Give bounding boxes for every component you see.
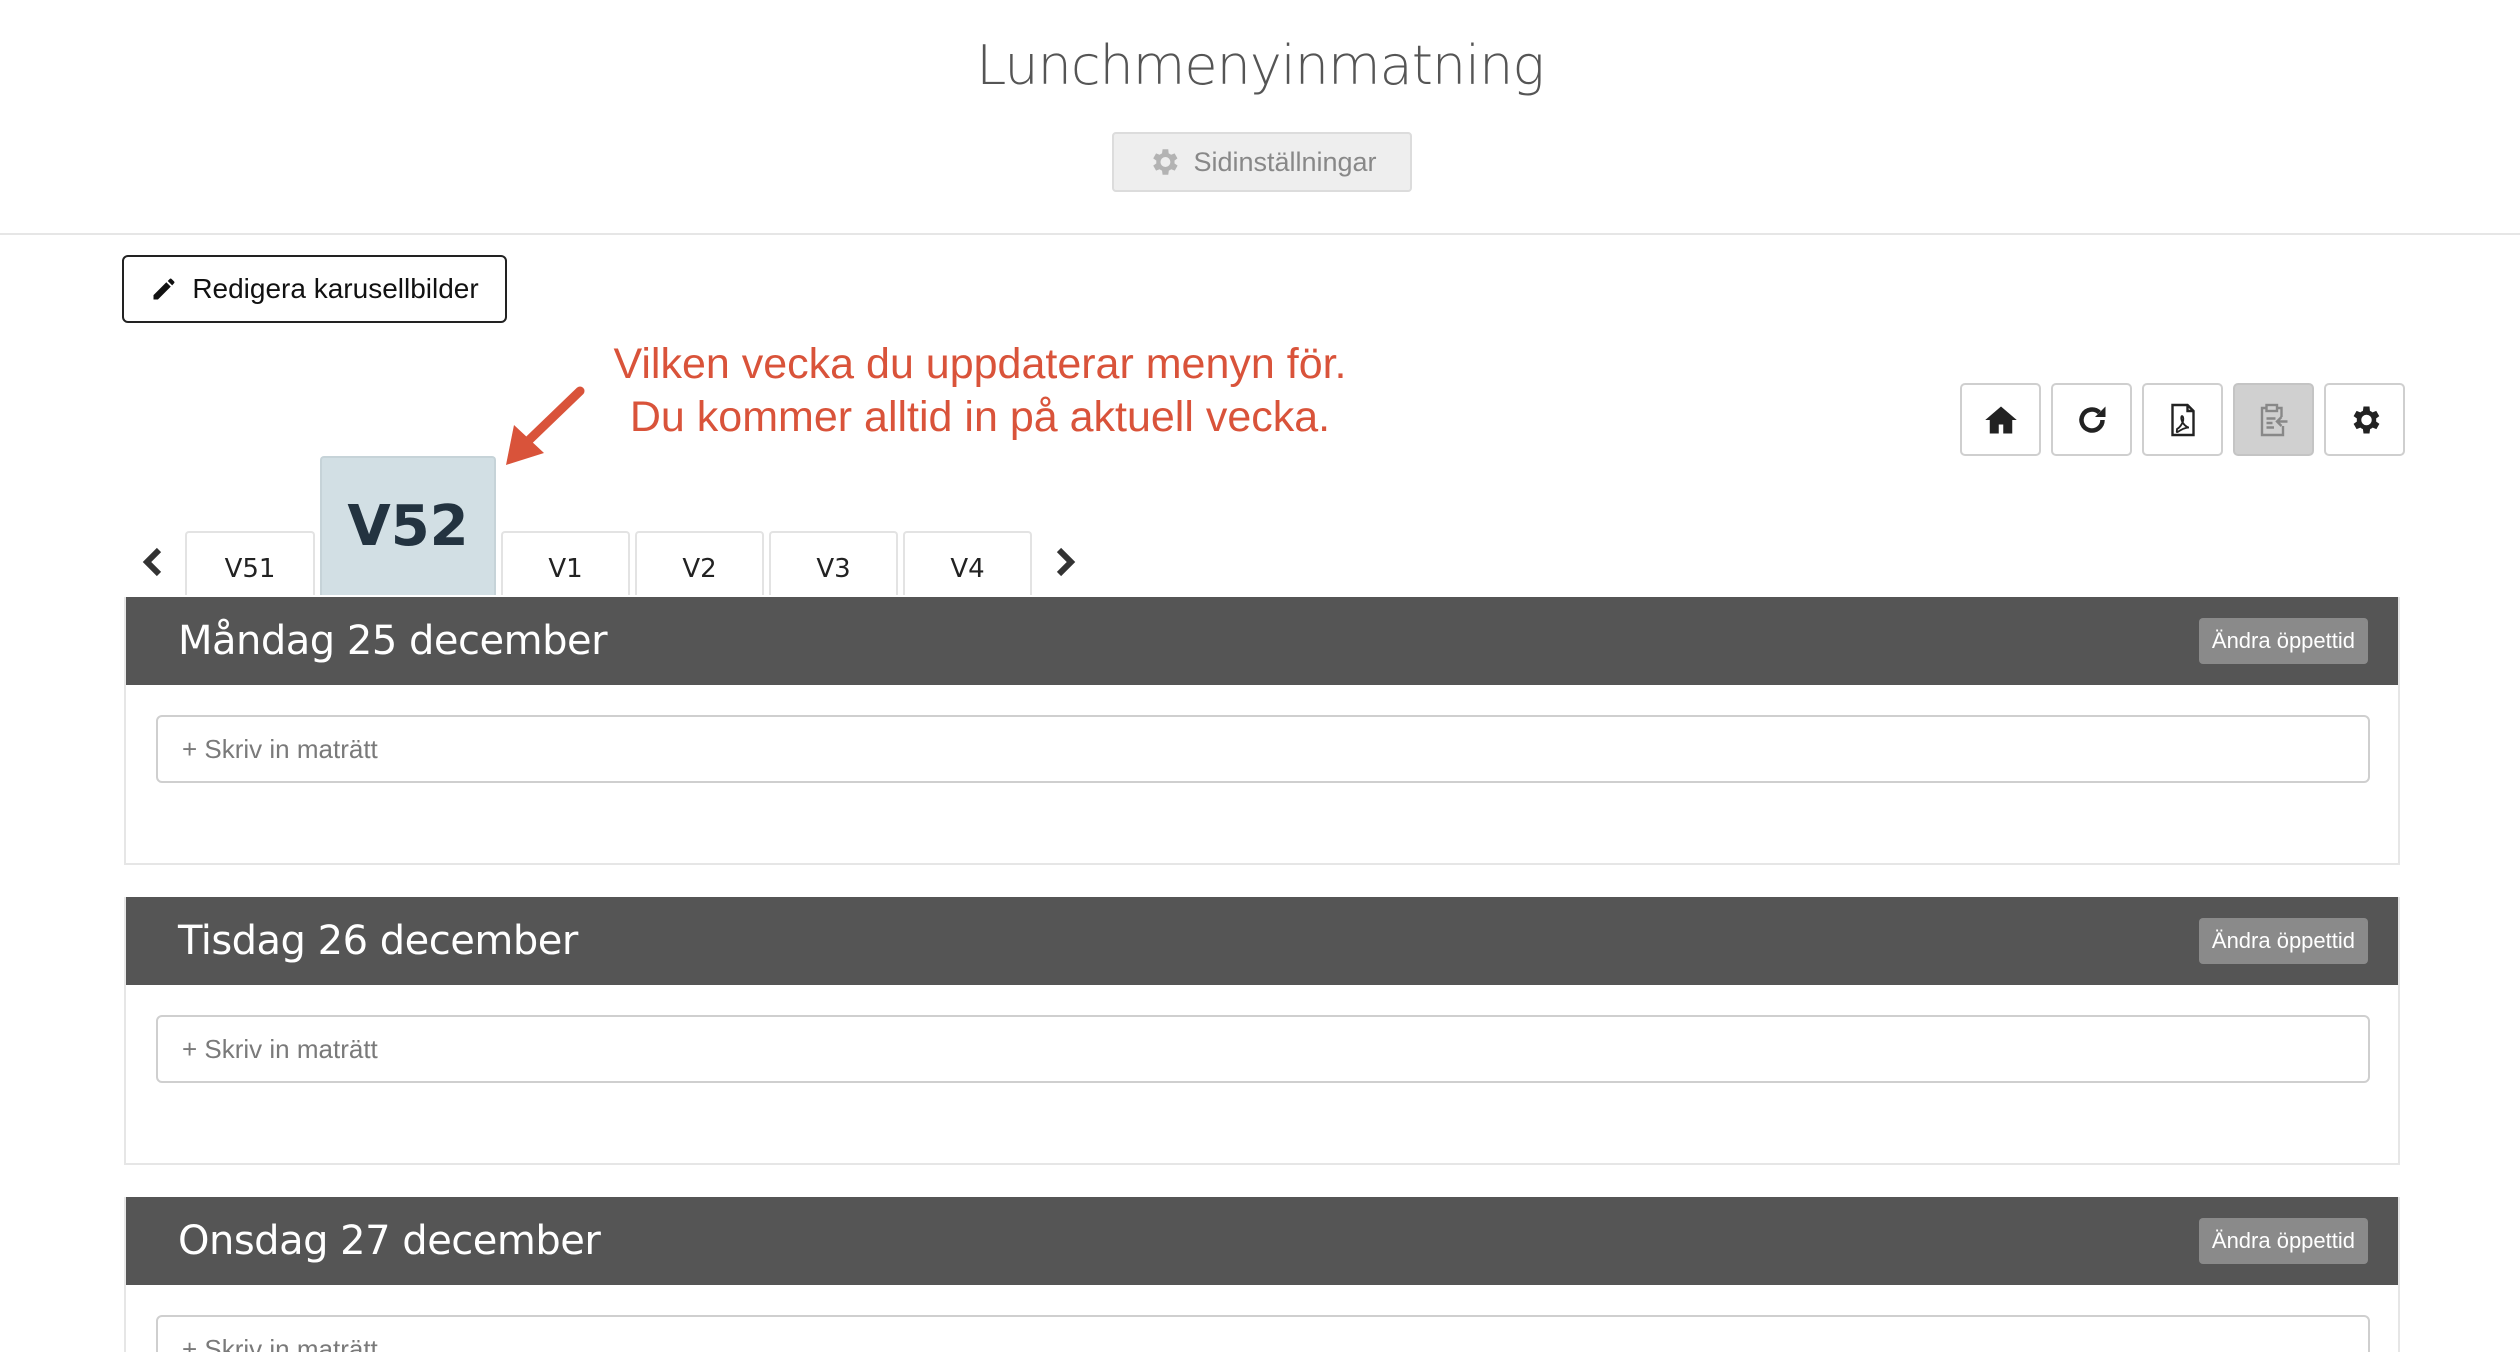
pencil-icon bbox=[153, 278, 175, 300]
week-tab-v51[interactable]: V51 bbox=[185, 531, 315, 595]
day-card-monday: Måndag 25 december Ändra öppettid bbox=[124, 597, 2400, 865]
gear-icon bbox=[1153, 149, 1179, 175]
pdf-button[interactable] bbox=[2142, 383, 2223, 456]
day-header: Måndag 25 december Ändra öppettid bbox=[126, 597, 2398, 685]
day-title: Måndag 25 december bbox=[178, 618, 608, 664]
change-opening-hours-button[interactable]: Ändra öppettid bbox=[2198, 1218, 2368, 1264]
day-card-wednesday: Onsdag 27 december Ändra öppettid bbox=[124, 1197, 2400, 1352]
home-icon bbox=[1984, 406, 2017, 433]
paste-icon bbox=[2260, 403, 2287, 436]
day-title: Tisdag 26 december bbox=[178, 918, 578, 964]
page-header: Lunchmenyinmatning Sidinställningar bbox=[0, 0, 2520, 235]
week-tab-v4[interactable]: V4 bbox=[903, 531, 1032, 595]
dish-input[interactable] bbox=[156, 1315, 2370, 1352]
dish-input[interactable] bbox=[156, 1015, 2370, 1083]
chevron-right-icon bbox=[1056, 547, 1076, 577]
change-opening-hours-button[interactable]: Ändra öppettid bbox=[2198, 918, 2368, 964]
edit-carousel-button[interactable]: Redigera karusellbilder bbox=[122, 255, 507, 323]
dish-input[interactable] bbox=[156, 715, 2370, 783]
week-tab-v3[interactable]: V3 bbox=[769, 531, 898, 595]
next-week-button[interactable] bbox=[1045, 540, 1085, 584]
page-title: Lunchmenyinmatning bbox=[976, 34, 1544, 97]
annotation-line-1: Vilken vecka du uppdaterar menyn för. bbox=[613, 340, 1347, 388]
edit-carousel-label: Redigera karusellbilder bbox=[192, 273, 479, 304]
page-settings-label: Sidinställningar bbox=[1193, 146, 1377, 177]
day-header: Tisdag 26 december Ändra öppettid bbox=[126, 897, 2398, 985]
menu-toolbar bbox=[1960, 383, 2405, 456]
week-tab-v1[interactable]: V1 bbox=[501, 531, 630, 595]
refresh-icon bbox=[2078, 406, 2105, 433]
previous-week-button[interactable] bbox=[133, 540, 173, 584]
gear-icon bbox=[2353, 406, 2379, 433]
week-annotation: Vilken vecka du uppdaterar menyn för. Du… bbox=[590, 338, 1370, 444]
annotation-line-2: Du kommer alltid in på aktuell vecka. bbox=[629, 393, 1331, 441]
pdf-icon bbox=[2170, 403, 2195, 436]
day-card-tuesday: Tisdag 26 december Ändra öppettid bbox=[124, 897, 2400, 1165]
day-header: Onsdag 27 december Ändra öppettid bbox=[126, 1197, 2398, 1285]
refresh-button[interactable] bbox=[2051, 383, 2132, 456]
home-button[interactable] bbox=[1960, 383, 2041, 456]
chevron-left-icon bbox=[142, 547, 162, 577]
page-settings-button[interactable]: Sidinställningar bbox=[1112, 132, 1412, 192]
week-tab-v2[interactable]: V2 bbox=[635, 531, 764, 595]
menu-settings-button[interactable] bbox=[2324, 383, 2405, 456]
day-title: Onsdag 27 december bbox=[178, 1218, 601, 1264]
week-tab-v52-current[interactable]: V52 bbox=[320, 456, 496, 595]
annotation-arrow-icon bbox=[506, 386, 585, 465]
paste-button[interactable] bbox=[2233, 383, 2314, 456]
change-opening-hours-button[interactable]: Ändra öppettid bbox=[2198, 618, 2368, 664]
